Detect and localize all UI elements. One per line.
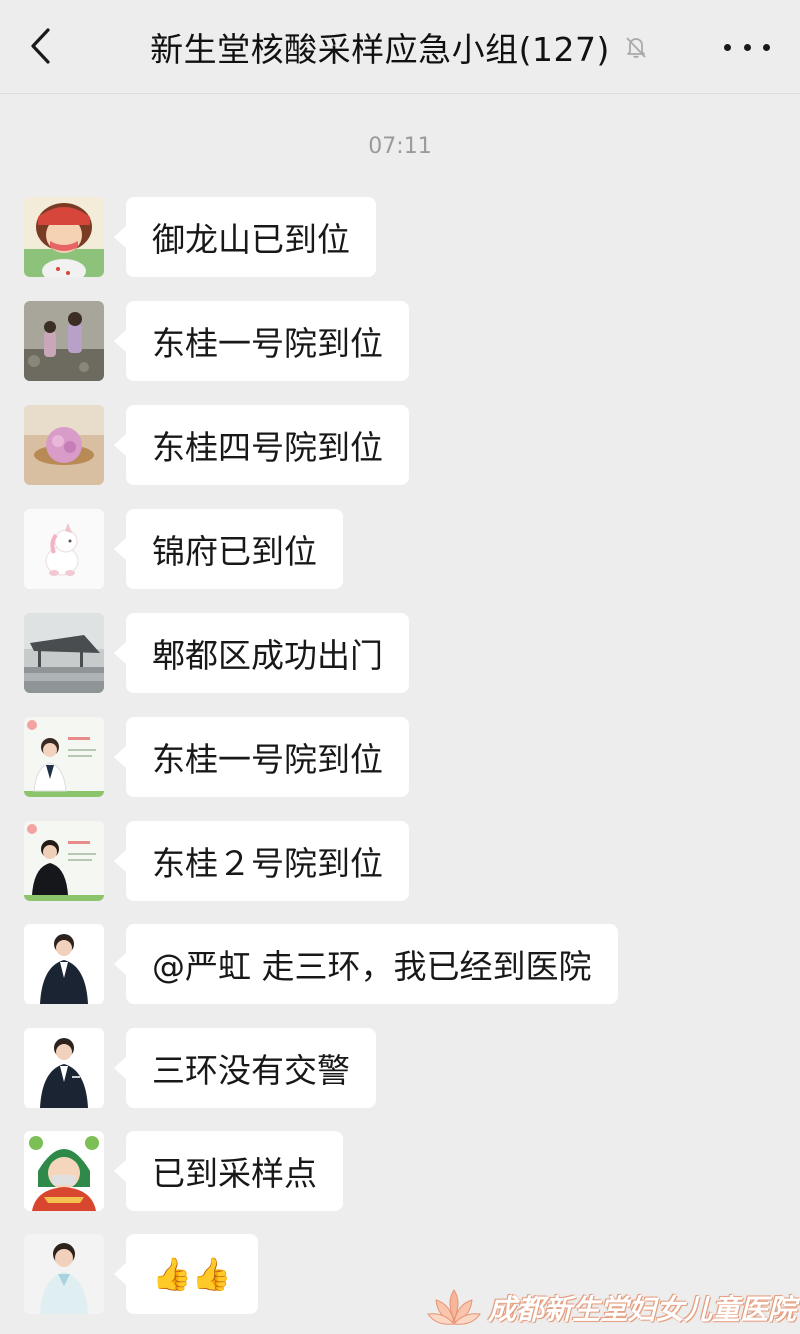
message-bubble[interactable]: 东桂四号院到位 xyxy=(114,405,409,485)
message-row: 御龙山已到位 xyxy=(24,197,376,279)
message-timestamp: 07:11 xyxy=(368,134,432,159)
message-bubble[interactable]: 东桂一号院到位 xyxy=(114,717,409,797)
more-options-button[interactable] xyxy=(724,30,770,64)
message-row: 三环没有交警 xyxy=(24,1028,376,1110)
title-group: 新生堂核酸采样应急小组(127) xyxy=(0,24,800,70)
dot-icon xyxy=(743,43,751,51)
avatar[interactable] xyxy=(24,1131,104,1211)
avatar[interactable] xyxy=(24,924,104,1004)
chat-screen: 新生堂核酸采样应急小组(127) 07:11 御龙山已到位 东桂一号院到位 东桂… xyxy=(0,0,800,1334)
chat-header: 新生堂核酸采样应急小组(127) xyxy=(0,0,800,94)
message-bubble[interactable]: 👍👍 xyxy=(114,1234,258,1314)
message-row: 东桂一号院到位 xyxy=(24,301,409,383)
message-bubble[interactable]: 郫都区成功出门 xyxy=(114,613,409,693)
message-row: @严虹 走三环，我已经到医院 xyxy=(24,924,618,1006)
message-bubble[interactable]: 已到采样点 xyxy=(114,1131,343,1211)
message-bubble[interactable]: @严虹 走三环，我已经到医院 xyxy=(114,924,618,1004)
avatar[interactable] xyxy=(24,1234,104,1314)
message-bubble[interactable]: 御龙山已到位 xyxy=(114,197,376,277)
watermark-text: 成都新生堂妇女儿童医院 xyxy=(488,1293,797,1326)
message-bubble[interactable]: 锦府已到位 xyxy=(114,509,343,589)
message-row: 👍👍 xyxy=(24,1234,258,1316)
avatar[interactable] xyxy=(24,405,104,485)
avatar[interactable] xyxy=(24,717,104,797)
message-row: 东桂一号院到位 xyxy=(24,717,409,799)
message-bubble[interactable]: 三环没有交警 xyxy=(114,1028,376,1108)
thumbs-up-emoji: 👍👍 xyxy=(152,1255,232,1293)
avatar[interactable] xyxy=(24,1028,104,1108)
avatar[interactable] xyxy=(24,301,104,381)
message-row: 已到采样点 xyxy=(24,1131,343,1213)
hospital-watermark: 成都新生堂妇女儿童医院 xyxy=(426,1282,800,1334)
dot-icon xyxy=(724,43,731,51)
dot-icon xyxy=(763,43,770,51)
message-row: 锦府已到位 xyxy=(24,509,343,591)
avatar[interactable] xyxy=(24,821,104,901)
mute-bell-icon xyxy=(622,33,650,61)
message-bubble[interactable]: 东桂２号院到位 xyxy=(114,821,409,901)
avatar[interactable] xyxy=(24,197,104,277)
avatar[interactable] xyxy=(24,509,104,589)
message-bubble[interactable]: 东桂一号院到位 xyxy=(114,301,409,381)
chat-title: 新生堂核酸采样应急小组(127) xyxy=(150,30,610,69)
message-row: 东桂２号院到位 xyxy=(24,821,409,903)
message-row: 郫都区成功出门 xyxy=(24,613,409,695)
avatar[interactable] xyxy=(24,613,104,693)
lotus-logo-icon xyxy=(427,1289,481,1325)
message-row: 东桂四号院到位 xyxy=(24,405,409,487)
